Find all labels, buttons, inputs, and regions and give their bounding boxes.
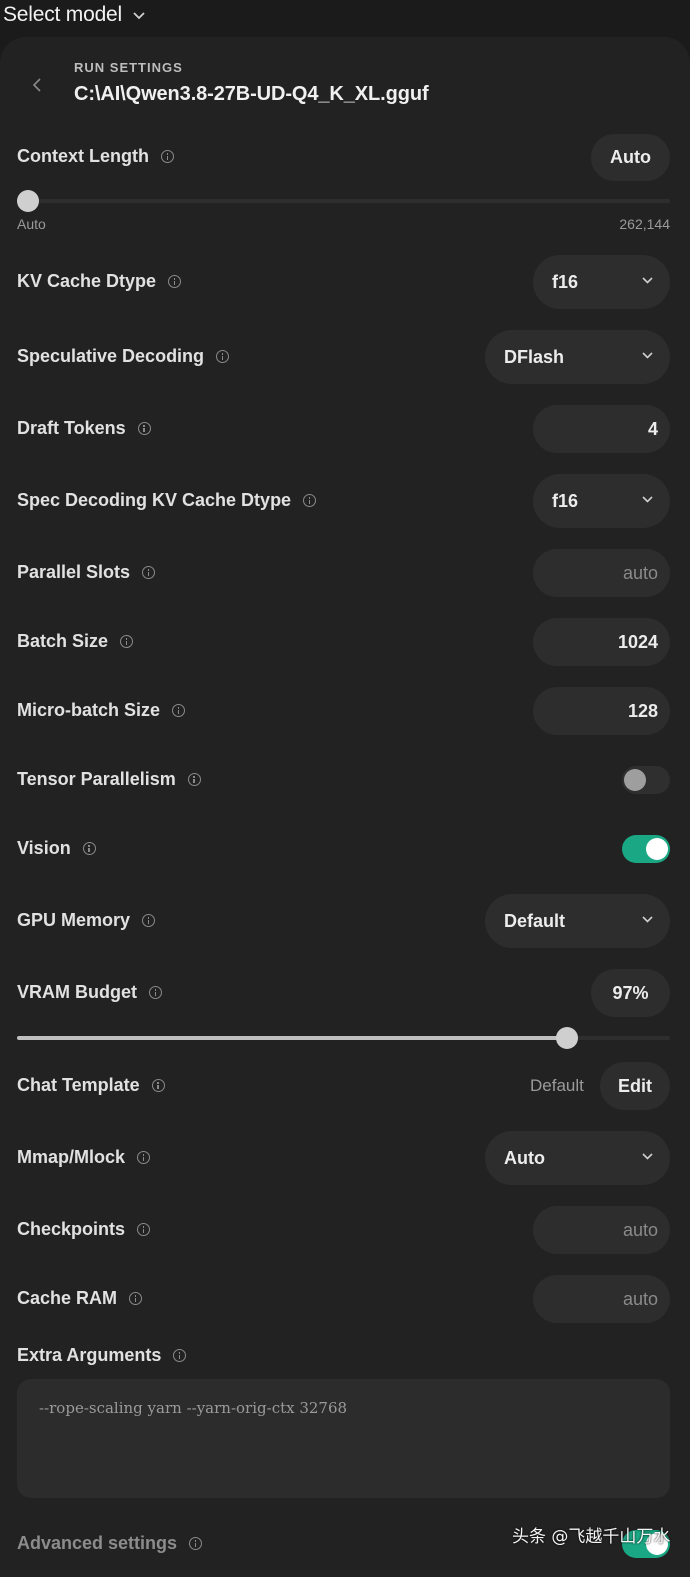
extra-arguments-textarea[interactable]: --rope-scaling yarn --yarn-orig-ctx 3276… [17, 1379, 670, 1498]
micro-batch-size-label: Micro-batch Size [17, 700, 186, 721]
slider-handle[interactable] [555, 1027, 578, 1049]
context-length-value[interactable]: Auto [591, 134, 670, 181]
speculative-decoding-select[interactable]: DFlash [485, 330, 670, 384]
gpu-memory-label: GPU Memory [17, 910, 156, 931]
speculative-decoding-label: Speculative Decoding [17, 346, 230, 367]
checkpoints-label: Checkpoints [17, 1219, 151, 1240]
chevron-down-icon [642, 277, 653, 284]
tensor-parallelism-label: Tensor Parallelism [17, 769, 201, 790]
info-icon[interactable] [149, 986, 162, 999]
vision-row: Vision [0, 822, 690, 876]
parallel-slots-label: Parallel Slots [17, 562, 156, 583]
chat-template-current: Default [530, 1076, 584, 1095]
spec-kv-cache-dtype-select[interactable]: f16 [533, 474, 670, 528]
info-icon[interactable] [82, 842, 96, 855]
slider-max-label: 262,144 [619, 216, 670, 232]
chevron-down-icon [133, 11, 145, 19]
info-icon[interactable] [173, 1349, 187, 1362]
info-icon[interactable] [129, 1292, 143, 1305]
batch-size-label: Batch Size [17, 631, 134, 652]
slider-fill [17, 1036, 567, 1040]
info-icon[interactable] [161, 150, 174, 163]
vision-toggle[interactable] [622, 835, 670, 863]
info-icon[interactable] [142, 566, 156, 579]
slider-min-label: Auto [17, 216, 46, 232]
info-icon[interactable] [151, 1079, 165, 1092]
spec-kv-cache-dtype-row: Spec Decoding KV Cache Dtype f16 [0, 474, 690, 528]
info-icon[interactable] [303, 494, 317, 507]
toggle-knob [624, 769, 646, 791]
mmap-mlock-label: Mmap/Mlock [17, 1147, 151, 1168]
slider-handle[interactable] [17, 190, 39, 212]
run-settings-panel: RUN SETTINGS C:\AI\Qwen3.8-27B-UD-Q4_K_X… [0, 37, 690, 1577]
mmap-mlock-row: Mmap/Mlock Auto [0, 1131, 690, 1185]
kv-cache-dtype-select[interactable]: f16 [533, 255, 670, 309]
tensor-parallelism-toggle[interactable] [622, 766, 670, 794]
back-chevron-icon[interactable] [31, 77, 43, 93]
parallel-slots-input[interactable]: auto [533, 549, 670, 597]
model-selector-title: Select model [3, 3, 122, 26]
chat-template-label: Chat Template [17, 1075, 165, 1096]
chat-template-row: Chat Template Default Edit [0, 1059, 690, 1113]
chevron-down-icon [642, 352, 653, 359]
batch-size-input[interactable]: 1024 [533, 618, 670, 666]
checkpoints-input[interactable]: auto [533, 1206, 670, 1254]
draft-tokens-row: Draft Tokens 4 [0, 402, 690, 456]
kv-cache-dtype-row: KV Cache Dtype f16 [0, 255, 690, 309]
gpu-memory-select[interactable]: Default [485, 894, 670, 948]
vram-budget-slider[interactable] [17, 1027, 670, 1049]
vision-label: Vision [17, 838, 96, 859]
watermark-text: 头条 @飞越千山万水 [512, 1527, 671, 1547]
info-icon[interactable] [168, 275, 182, 288]
mmap-mlock-select[interactable]: Auto [485, 1131, 670, 1185]
batch-size-row: Batch Size 1024 [0, 615, 690, 669]
vram-budget-label: VRAM Budget [17, 982, 162, 1003]
context-length-row: Context Length Auto [0, 130, 690, 184]
info-icon[interactable] [187, 773, 201, 786]
context-length-label: Context Length [17, 146, 174, 167]
model-file-path: C:\AI\Qwen3.8-27B-UD-Q4_K_XL.gguf [74, 83, 429, 105]
cache-ram-label: Cache RAM [17, 1288, 143, 1309]
toggle-knob [646, 838, 668, 860]
micro-batch-size-row: Micro-batch Size 128 [0, 684, 690, 738]
advanced-settings-label: Advanced settings [17, 1533, 203, 1554]
context-length-slider[interactable] [17, 190, 670, 212]
model-selector[interactable]: Select model [0, 0, 690, 30]
draft-tokens-label: Draft Tokens [17, 418, 151, 439]
chevron-down-icon [642, 496, 653, 503]
info-icon[interactable] [137, 422, 151, 435]
info-icon[interactable] [137, 1151, 151, 1164]
chevron-down-icon [642, 916, 653, 923]
run-settings-header: RUN SETTINGS C:\AI\Qwen3.8-27B-UD-Q4_K_X… [0, 37, 690, 127]
cache-ram-input[interactable]: auto [533, 1275, 670, 1323]
info-icon[interactable] [142, 914, 156, 927]
info-icon[interactable] [189, 1537, 203, 1550]
speculative-decoding-row: Speculative Decoding DFlash [0, 330, 690, 384]
gpu-memory-row: GPU Memory Default [0, 894, 690, 948]
section-label: RUN SETTINGS [74, 60, 183, 75]
info-icon[interactable] [216, 350, 230, 363]
extra-arguments-label: Extra Arguments [17, 1345, 187, 1366]
vram-budget-value[interactable]: 97% [591, 969, 670, 1017]
vram-budget-row: VRAM Budget 97% [0, 966, 690, 1020]
chevron-down-icon [642, 1153, 653, 1160]
parallel-slots-row: Parallel Slots auto [0, 546, 690, 600]
tensor-parallelism-row: Tensor Parallelism [0, 753, 690, 807]
chat-template-edit-button[interactable]: Edit [600, 1062, 670, 1110]
info-icon[interactable] [137, 1223, 151, 1236]
draft-tokens-input[interactable]: 4 [533, 405, 670, 453]
info-icon[interactable] [120, 635, 134, 648]
spec-kv-cache-dtype-label: Spec Decoding KV Cache Dtype [17, 490, 317, 511]
cache-ram-row: Cache RAM auto [0, 1272, 690, 1326]
checkpoints-row: Checkpoints auto [0, 1203, 690, 1257]
kv-cache-dtype-label: KV Cache Dtype [17, 271, 182, 292]
micro-batch-size-input[interactable]: 128 [533, 687, 670, 735]
info-icon[interactable] [172, 704, 186, 717]
